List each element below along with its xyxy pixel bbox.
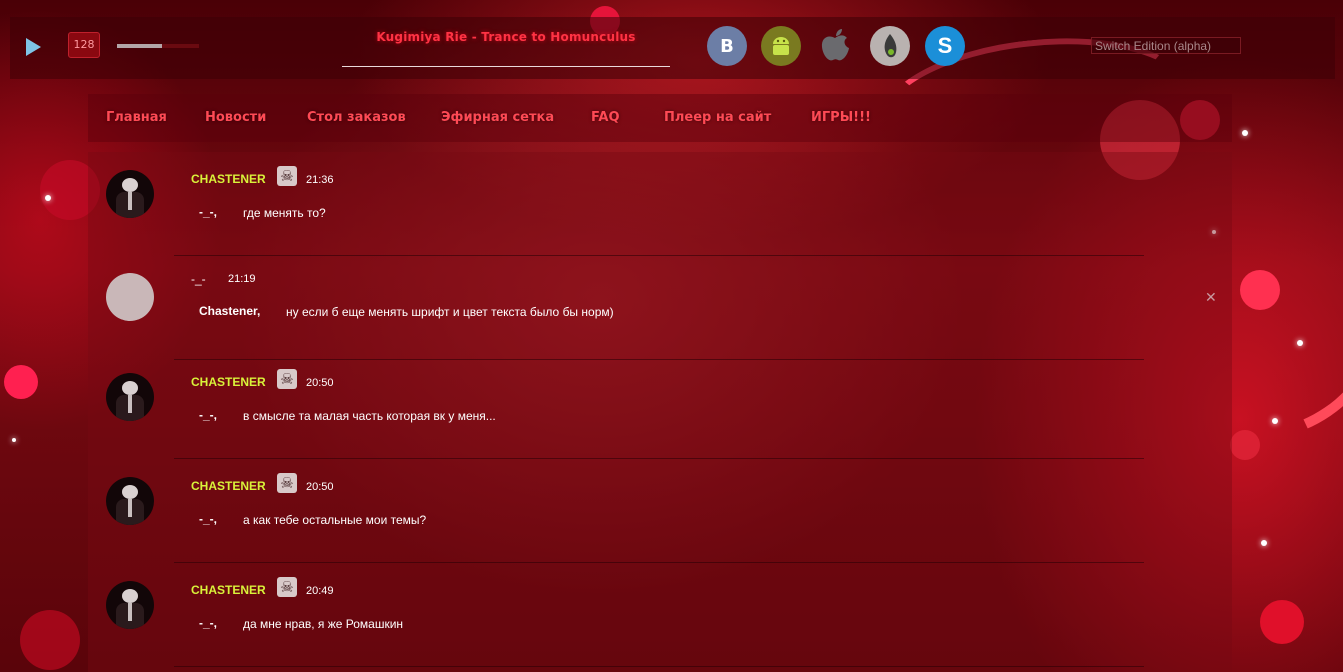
android-icon[interactable] [761, 26, 801, 66]
skull-icon: ☠ [277, 473, 297, 493]
nav-item-faq[interactable]: FAQ [591, 110, 620, 125]
chat-message: CHASTENER ☠ 20:50 -_-, а как тебе осталь… [88, 459, 1232, 563]
message-author[interactable]: CHASTENER [191, 375, 266, 389]
nav-item-news[interactable]: Новости [205, 110, 266, 125]
vk-icon[interactable]: B [707, 26, 747, 66]
chat-message: CHASTENER ☠ 20:50 -_-, в смысле та малая… [88, 355, 1232, 459]
avatar[interactable] [106, 373, 154, 421]
nav-item-orders[interactable]: Стол заказов [307, 110, 406, 125]
winamp-icon[interactable] [870, 26, 910, 66]
message-reply-to[interactable]: -_-, [199, 205, 217, 219]
switch-edition-link[interactable]: Switch Edition (alpha) [1091, 37, 1241, 54]
message-reply-to[interactable]: Chastener, [199, 304, 260, 318]
volume-slider[interactable] [117, 44, 199, 48]
message-reply-to[interactable]: -_-, [199, 616, 217, 630]
message-time: 21:36 [306, 174, 334, 186]
message-text: да мне нрав, я же Ромашкин [243, 617, 404, 631]
message-reply-to[interactable]: -_-, [199, 408, 217, 422]
avatar[interactable] [106, 170, 154, 218]
message-reply-to[interactable]: -_-, [199, 512, 217, 526]
chat-message: CHASTENER ☠ 21:36 -_-, где менять то? [88, 152, 1232, 256]
chat-message: -_- 21:19 Chastener, ну если б еще менят… [88, 256, 1232, 360]
track-title: Kugimiya Rie - Trance to Homunculus [376, 30, 636, 44]
message-author[interactable]: CHASTENER [191, 479, 266, 493]
volume-slider-fill [117, 44, 163, 48]
nav-item-player[interactable]: Плеер на сайт [664, 110, 771, 125]
skype-icon[interactable]: S [925, 26, 965, 66]
avatar[interactable] [106, 273, 154, 321]
message-time: 21:19 [228, 273, 256, 285]
message-text: где менять то? [243, 206, 326, 220]
chat-message: CHASTENER ☠ 20:49 -_-, да мне нрав, я же… [88, 563, 1232, 667]
skull-icon: ☠ [277, 369, 297, 389]
nav-item-home[interactable]: Главная [106, 110, 167, 125]
avatar[interactable] [106, 477, 154, 525]
message-text: а как тебе остальные мои темы? [243, 513, 427, 527]
message-author[interactable]: CHASTENER [191, 172, 266, 186]
message-author[interactable]: -_- [191, 272, 206, 286]
track-progress-line [342, 66, 670, 67]
message-text: в смысле та малая часть которая вк у мен… [243, 409, 496, 423]
avatar[interactable] [106, 581, 154, 629]
apple-icon[interactable] [815, 26, 855, 66]
main-nav: Главная Новости Стол заказов Эфирная сет… [88, 94, 1232, 142]
message-text: ну если б еще менять шрифт и цвет текста… [286, 305, 614, 319]
chat-panel: CHASTENER ☠ 21:36 -_-, где менять то? -_… [88, 152, 1232, 672]
message-time: 20:49 [306, 585, 334, 597]
player-bar: 128 Kugimiya Rie - Trance to Homunculus … [10, 17, 1335, 79]
message-time: 20:50 [306, 481, 334, 493]
nav-item-games[interactable]: ИГРЫ!!! [811, 110, 871, 125]
skull-icon: ☠ [277, 166, 297, 186]
close-icon[interactable]: ✕ [1205, 290, 1217, 306]
play-icon[interactable] [26, 38, 41, 56]
bitrate-badge[interactable]: 128 [68, 32, 100, 58]
nav-item-schedule[interactable]: Эфирная сетка [441, 110, 554, 125]
message-author[interactable]: CHASTENER [191, 583, 266, 597]
skull-icon: ☠ [277, 577, 297, 597]
message-time: 20:50 [306, 377, 334, 389]
